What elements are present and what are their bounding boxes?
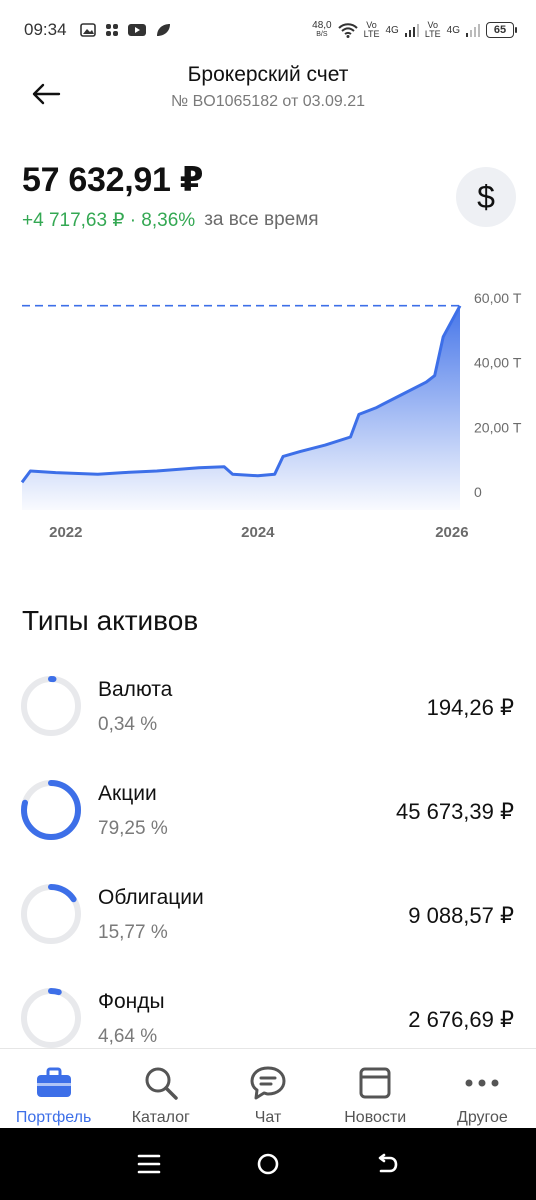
asset-percent: 4,64 % (98, 1026, 158, 1047)
y-tick-label: 0 (474, 484, 482, 500)
menu-button[interactable] (129, 1144, 169, 1184)
youtube-icon (127, 23, 146, 37)
y-tick-label: 20,00 Т (474, 419, 522, 435)
asset-percent: 15,77 % (98, 922, 168, 943)
allocation-ring-icon (21, 780, 81, 840)
asset-row[interactable]: Акции 79,25 % 45 673,39 ₽ (0, 772, 536, 876)
net-type-1: 4G (385, 24, 399, 36)
home-button[interactable] (248, 1144, 288, 1184)
nav-label: Чат (254, 1109, 282, 1126)
dollar-icon: $ (477, 178, 495, 215)
y-tick-label: 60,00 Т (474, 290, 522, 306)
nav-chat[interactable]: Чат (214, 1049, 321, 1128)
briefcase-icon (34, 1063, 74, 1103)
slack-icon (105, 23, 119, 37)
asset-name: Акции (98, 782, 157, 805)
battery-icon: 65 (486, 22, 517, 38)
chart-area (22, 305, 460, 510)
page-title: Брокерский счет (187, 63, 349, 86)
volte-badge-2: Vo LTE (424, 20, 441, 39)
asset-types-title: Типы активов (22, 605, 199, 636)
volte-badge-1: Vo LTE (363, 20, 380, 39)
nav-more[interactable]: Другое (429, 1049, 536, 1128)
asset-name: Облигации (98, 886, 204, 909)
asset-list: Валюта 0,34 % 194,26 ₽ Акции 79,25 % 45 673,3… (0, 668, 536, 1084)
wifi-icon (337, 22, 358, 38)
asset-percent: 0,34 % (98, 714, 158, 735)
asset-value: 2 676,69 ₽ (408, 1007, 514, 1032)
asset-percent: 79,25 % (98, 818, 168, 839)
photo-icon (79, 23, 96, 37)
portfolio-chart[interactable]: 60,00 Т 40,00 Т 20,00 Т 0 2022 2024 2026 (0, 278, 536, 550)
header: Брокерский счет № BO1065182 от 03.09.21 (0, 60, 536, 130)
asset-value: 194,26 ₽ (426, 695, 514, 720)
back-nav-button[interactable] (367, 1144, 407, 1184)
back-icon (378, 1153, 397, 1173)
signal-icon-2 (466, 23, 480, 37)
home-icon (257, 1153, 279, 1175)
nav-label: Портфель (15, 1109, 92, 1126)
nav-catalog[interactable]: Каталог (107, 1049, 214, 1128)
nav-label: Другое (456, 1109, 508, 1126)
status-time: 09:34 (24, 20, 67, 39)
allocation-ring-icon (21, 988, 81, 1048)
bottom-nav: Портфель Каталог Чат Новости Другое (0, 1048, 536, 1128)
more-icon (462, 1063, 502, 1103)
change-value: +4 717,63 ₽ · 8,36% (22, 210, 196, 231)
chat-icon (248, 1063, 288, 1103)
asset-row[interactable]: Валюта 0,34 % 194,26 ₽ (0, 668, 536, 772)
network-speed: 48,0 B/S (312, 20, 332, 39)
x-tick-label: 2022 (49, 524, 82, 541)
net-type-2: 4G (446, 24, 460, 36)
x-tick-label: 2024 (241, 524, 275, 541)
nav-news[interactable]: Новости (322, 1049, 429, 1128)
asset-row[interactable]: Облигации 15,77 % 9 088,57 ₽ (0, 876, 536, 980)
asset-value: 9 088,57 ₽ (408, 903, 514, 928)
asset-value: 45 673,39 ₽ (396, 799, 514, 824)
leaf-icon (155, 23, 171, 37)
x-tick-label: 2026 (435, 524, 468, 541)
asset-name: Фонды (98, 990, 165, 1013)
menu-icon (138, 1154, 161, 1174)
news-icon (355, 1063, 395, 1103)
system-nav-bar (0, 1128, 536, 1200)
status-bar: 09:34 48,0 B/S Vo LTE 4G Vo LTE 4G 65 (0, 0, 536, 60)
nav-label: Новости (344, 1109, 407, 1126)
y-tick-label: 40,00 Т (474, 355, 522, 371)
allocation-ring-icon (21, 676, 81, 736)
allocation-ring-icon (21, 884, 81, 944)
currency-switch-button[interactable]: $ (456, 167, 516, 227)
nav-label: Каталог (131, 1109, 190, 1126)
nav-portfolio[interactable]: Портфель (0, 1049, 107, 1128)
change-period: за все время (204, 209, 319, 230)
portfolio-balance: 57 632,91 ₽ (22, 161, 204, 199)
signal-icon (404, 23, 419, 37)
portfolio-change: +4 717,63 ₽ · 8,36% за все время (22, 209, 319, 232)
account-subtitle: № BO1065182 от 03.09.21 (170, 93, 366, 110)
search-icon (141, 1063, 181, 1103)
asset-name: Валюта (98, 678, 173, 701)
